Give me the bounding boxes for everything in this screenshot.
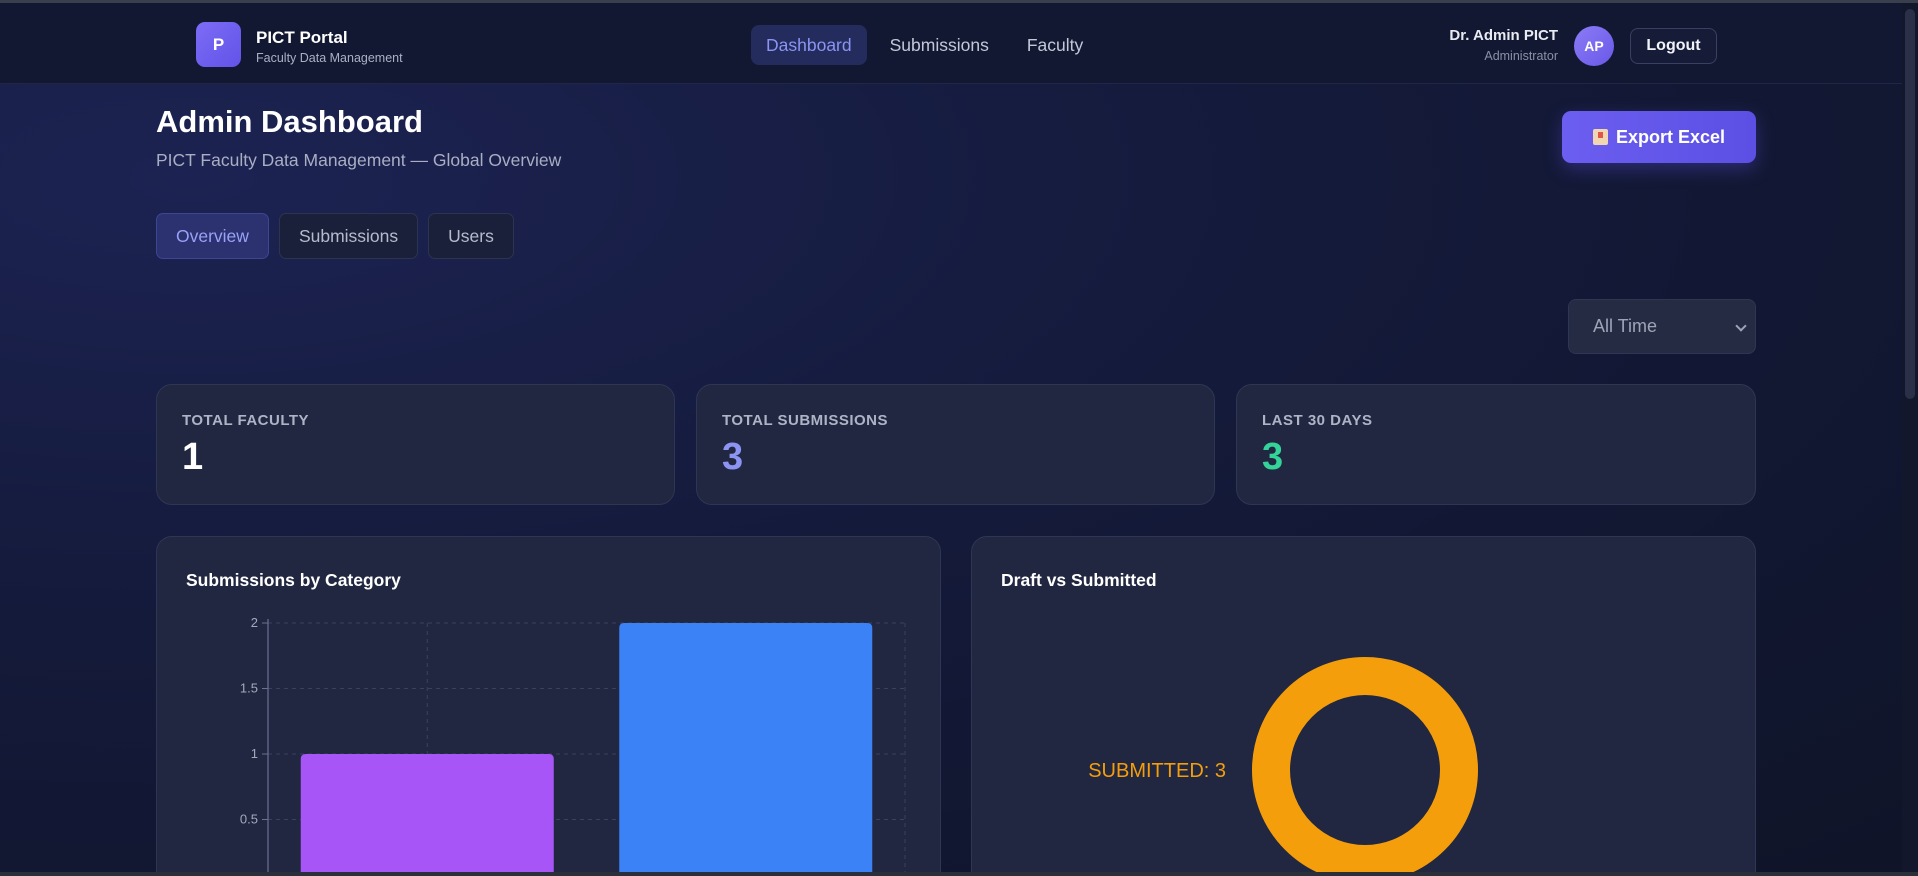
stat-card-total-faculty: TOTAL FACULTY 1: [156, 384, 675, 505]
donut-slice-submitted[interactable]: [1252, 657, 1478, 876]
bar[interactable]: [619, 623, 873, 876]
user-name: Dr. Admin PICT: [1449, 27, 1558, 44]
slice-label: SUBMITTED: 3: [1088, 760, 1226, 782]
stat-value: 1: [182, 436, 204, 478]
nav-link-submissions[interactable]: Submissions: [875, 25, 1004, 65]
page-title: Admin Dashboard: [156, 104, 423, 139]
stat-value: 3: [1262, 436, 1284, 478]
brand-subtitle: Faculty Data Management: [256, 51, 403, 65]
bar-chart-card: Submissions by Category 0.5 1 1.5 2: [156, 536, 941, 876]
tab-users[interactable]: Users: [428, 213, 514, 259]
y-tick-label: 2: [251, 615, 258, 630]
time-range-value: All Time: [1593, 316, 1658, 336]
y-tick-label: 1.5: [240, 681, 258, 696]
clipboard-icon: [1592, 129, 1608, 145]
tab-overview[interactable]: Overview: [156, 213, 269, 259]
logo-icon[interactable]: P: [196, 22, 241, 67]
avatar[interactable]: AP: [1574, 26, 1614, 66]
page: P PICT Portal Faculty Data Management Da…: [0, 0, 1918, 876]
stat-value: 3: [722, 436, 744, 478]
chevron-down-icon: [1735, 320, 1747, 332]
donut-chart-card: Draft vs Submitted SUBMITTED: 3: [971, 536, 1756, 876]
brand-title[interactable]: PICT Portal: [256, 28, 348, 48]
export-excel-button[interactable]: Export Excel: [1562, 111, 1756, 163]
page-subtitle: PICT Faculty Data Management — Global Ov…: [156, 150, 562, 170]
export-label: Export Excel: [1615, 126, 1726, 147]
bar[interactable]: [300, 754, 554, 876]
divider: [0, 872, 1918, 876]
tab-submissions[interactable]: Submissions: [278, 213, 419, 259]
stat-card-last-30-days: LAST 30 DAYS 3: [1236, 384, 1756, 505]
scrollbar-thumb[interactable]: [1905, 9, 1915, 399]
stat-label: LAST 30 DAYS: [1262, 412, 1373, 429]
nav-links: Dashboard Submissions Faculty: [751, 25, 1098, 65]
logout-button[interactable]: Logout: [1630, 28, 1717, 64]
y-tick-label: 1: [251, 746, 258, 761]
page-scrollbar[interactable]: [1902, 3, 1918, 876]
stat-label: TOTAL SUBMISSIONS: [722, 412, 889, 429]
nav-link-dashboard[interactable]: Dashboard: [751, 25, 867, 65]
user-role: Administrator: [1484, 49, 1558, 63]
donut-chart: SUBMITTED: 3: [1088, 657, 1478, 876]
time-range-select[interactable]: All Time: [1568, 299, 1756, 354]
stat-card-total-submissions: TOTAL SUBMISSIONS 3: [696, 384, 1215, 505]
top-navbar: P PICT Portal Faculty Data Management Da…: [0, 3, 1902, 84]
stat-label: TOTAL FACULTY: [182, 412, 310, 429]
bar-chart: 0.5 1 1.5 2: [240, 615, 906, 876]
y-tick-label: 0.5: [240, 812, 258, 827]
dashboard-tabs: Overview Submissions Users: [156, 213, 514, 259]
nav-link-faculty[interactable]: Faculty: [1012, 25, 1098, 65]
